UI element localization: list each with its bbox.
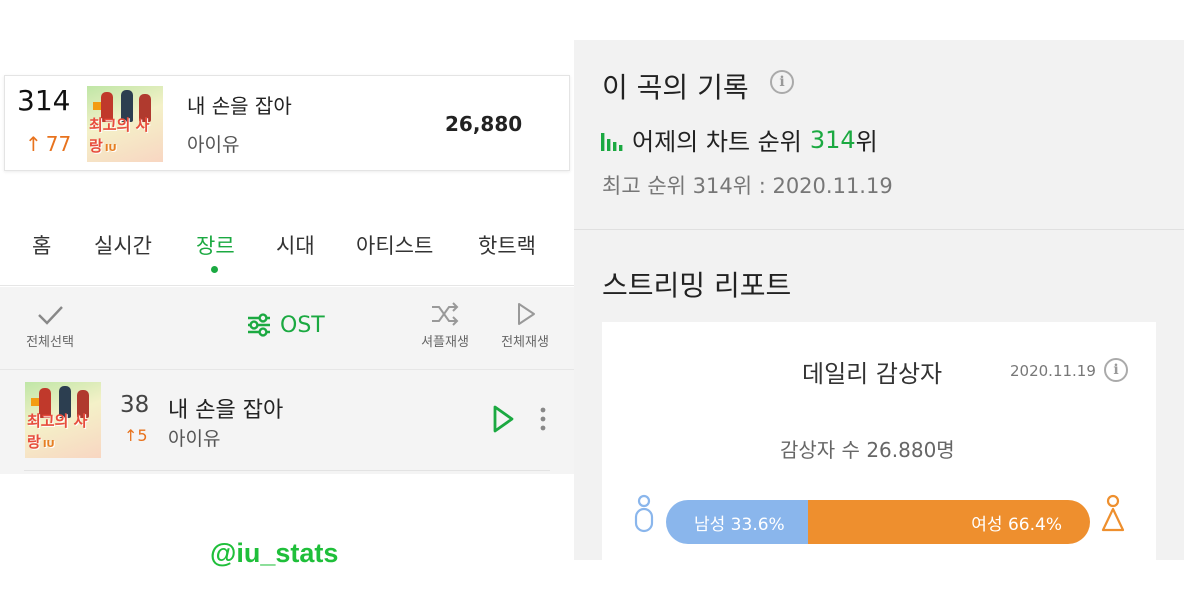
equalizer-icon: [248, 313, 270, 337]
female-share-segment: 여성 66.4%: [808, 500, 1090, 544]
tab-realtime[interactable]: 실시간: [94, 230, 152, 260]
play-button[interactable]: [490, 404, 516, 438]
select-all-label: 전체선택: [26, 335, 74, 350]
rank-change: ↑ 77: [25, 132, 71, 156]
check-icon: [38, 306, 63, 325]
listener-count: 26,880: [445, 112, 523, 136]
artist-name[interactable]: 아이유: [187, 130, 239, 157]
album-cover-text: 최고의 사랑: [27, 412, 88, 451]
divider: [24, 470, 550, 471]
more-vertical-icon: [540, 407, 546, 431]
chart-category-tabs: 홈 실시간 장르 시대 아티스트 핫트랙: [0, 222, 574, 286]
tab-hottrack[interactable]: 핫트랙: [478, 230, 536, 260]
genre-filter-button[interactable]: OST: [246, 311, 325, 339]
info-icon[interactable]: i: [1104, 358, 1128, 382]
up-arrow-icon: ↑: [124, 426, 138, 445]
yesterday-rank-value: 314: [809, 125, 856, 154]
list-toolbar: 전체선택 OST 셔플재생 전체재생: [0, 287, 574, 369]
report-date: 2020.11.19: [1010, 362, 1096, 380]
active-tab-dot: [211, 266, 219, 273]
artist-name[interactable]: 아이유: [168, 424, 220, 451]
yesterday-rank: 어제의 차트 순위 314 위: [600, 122, 878, 157]
male-share-label: 남성 33.6%: [694, 514, 785, 535]
genre-filter-label: OST: [280, 312, 325, 338]
male-share-segment: 남성 33.6%: [666, 500, 809, 544]
best-rank: 최고 순위 314위 : 2020.11.19: [602, 174, 893, 198]
tab-artist[interactable]: 아티스트: [356, 230, 433, 260]
info-icon[interactable]: i: [770, 70, 794, 94]
up-arrow-icon: ↑: [25, 132, 42, 156]
tab-genre[interactable]: 장르: [196, 230, 235, 273]
streaming-report-title: 스트리밍 리포트: [602, 269, 792, 302]
album-cover-badge: IU: [42, 439, 55, 450]
play-icon: [518, 303, 535, 325]
yesterday-rank-label: 어제의 차트 순위: [632, 128, 802, 156]
song-record-panel: 이 곡의 기록 i 어제의 차트 순위 314 위 최고 순위 314위 : 2…: [574, 40, 1184, 560]
album-cover-badge: IU: [104, 143, 117, 154]
daily-listeners-card: 데일리 감상자 2020.11.19 i 감상자 수 26.880명 남성 33…: [602, 322, 1156, 560]
tab-home[interactable]: 홈: [32, 230, 51, 260]
gender-ratio-bar: 남성 33.6% 여성 66.4%: [666, 500, 1090, 544]
play-icon: [493, 405, 514, 433]
album-cover[interactable]: 최고의 사랑 IU: [25, 382, 101, 458]
album-cover[interactable]: 최고의 사랑 IU: [87, 86, 163, 162]
song-title[interactable]: 내 손을 잡아: [168, 392, 283, 424]
shuffle-play-label: 셔플재생: [421, 335, 469, 350]
select-all-button[interactable]: 전체선택: [22, 303, 78, 350]
yesterday-rank-suffix: 위: [855, 128, 878, 156]
album-cover-text: 최고의 사랑: [89, 116, 150, 155]
song-list-item[interactable]: 최고의 사랑 IU 38 ↑5 내 손을 잡아 아이유: [0, 369, 574, 474]
listener-total: 감상자 수 26.880명: [780, 438, 955, 462]
daily-listeners-title: 데일리 감상자: [802, 360, 943, 388]
song-rank: 38: [120, 392, 150, 418]
song-title[interactable]: 내 손을 잡아: [187, 90, 292, 119]
shuffle-icon: [432, 302, 459, 326]
chart-entry-card[interactable]: 314 ↑ 77 최고의 사랑 IU 내 손을 잡아 아이유 26,880: [4, 75, 570, 171]
watermark: @iu_stats: [210, 538, 339, 568]
bar-chart-icon: [601, 132, 623, 151]
record-title: 이 곡의 기록: [602, 71, 749, 104]
tab-era[interactable]: 시대: [276, 230, 315, 260]
play-all-button[interactable]: 전체재생: [494, 301, 556, 350]
female-person-icon: [1101, 494, 1125, 532]
more-options-button[interactable]: [538, 406, 548, 436]
chart-rank: 314: [17, 84, 71, 117]
song-rank-change: ↑5: [124, 426, 148, 445]
female-share-label: 여성 66.4%: [971, 514, 1062, 535]
play-all-label: 전체재생: [501, 335, 549, 350]
record-section: 이 곡의 기록 i 어제의 차트 순위 314 위 최고 순위 314위 : 2…: [574, 40, 1184, 230]
male-person-icon: [634, 494, 654, 533]
rank-change-value: 77: [45, 132, 72, 156]
shuffle-play-button[interactable]: 셔플재생: [414, 301, 476, 350]
